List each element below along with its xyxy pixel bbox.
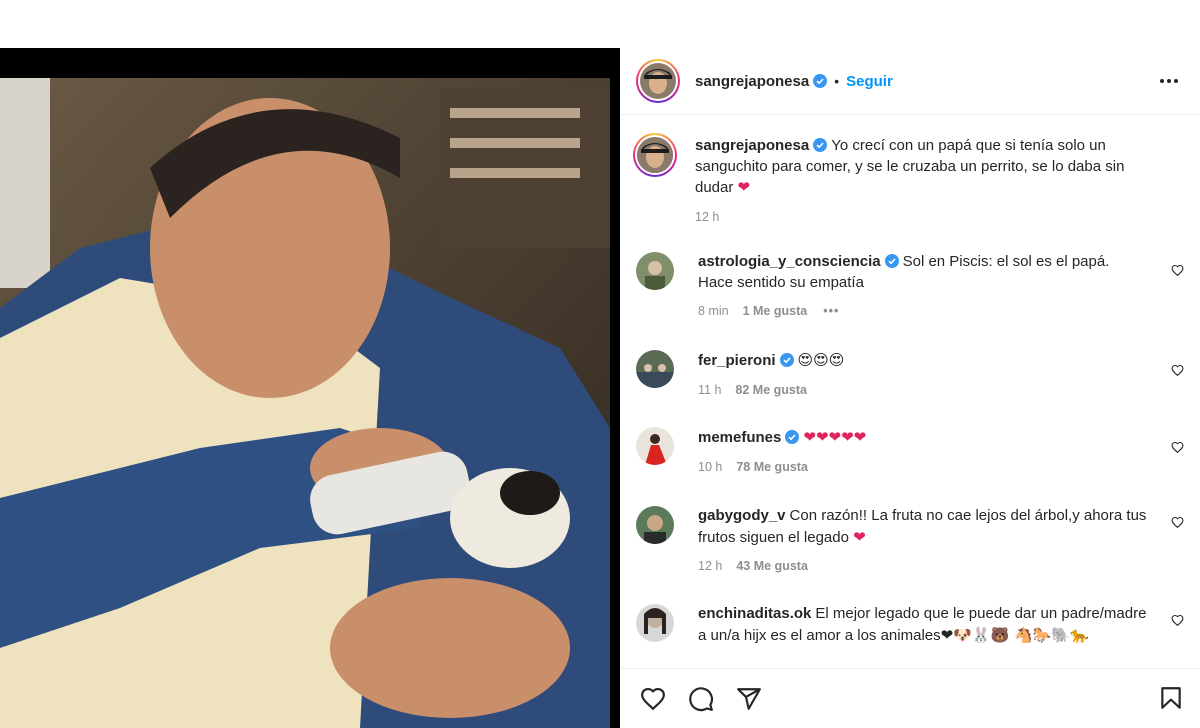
commenter-avatar[interactable] — [636, 604, 674, 642]
verified-icon — [813, 138, 828, 152]
comment-item: astrologia_y_consciencia Sol en Piscis: e… — [636, 252, 1184, 318]
caption-emoji: ❤ — [737, 178, 751, 196]
post-header: sangrejaponesa • Seguir — [620, 48, 1200, 115]
post-actions-bar — [620, 668, 1200, 728]
commenter-avatar[interactable] — [636, 350, 674, 388]
author-username[interactable]: sangrejaponesa — [695, 73, 809, 90]
comment-emoji: ❤🐶🐰🐻 🐴🐎🐘🐆 — [940, 625, 1089, 644]
comment-like-icon[interactable] — [1171, 516, 1184, 529]
comment-item: fer_pieroni 😍😍😍 11 h 82 Me gusta — [636, 350, 1184, 397]
comments-list[interactable]: sangrejaponesa Yo crecí con un papá que s… — [620, 116, 1200, 666]
follow-button[interactable]: Seguir — [846, 73, 893, 90]
caption-avatar[interactable] — [633, 133, 677, 177]
commenter-avatar[interactable] — [636, 252, 674, 290]
post-caption: sangrejaponesa Yo crecí con un papá que s… — [633, 133, 1184, 224]
post-photo[interactable] — [0, 48, 620, 728]
author-avatar[interactable] — [636, 59, 680, 103]
photo-illustration — [0, 78, 620, 728]
bookmark-icon[interactable] — [1158, 685, 1184, 711]
comment-like-icon[interactable] — [1171, 614, 1184, 627]
comment-emoji: ❤ — [853, 527, 866, 546]
comment-item: enchinaditas.ok El mejor legado que le pu… — [636, 604, 1184, 646]
comment-like-icon[interactable] — [1171, 441, 1184, 454]
verified-icon — [813, 74, 828, 88]
commenter-username[interactable]: gabygody_v — [698, 507, 786, 524]
comment-time[interactable]: 10 h — [698, 460, 722, 474]
caption-time[interactable]: 12 h — [695, 210, 719, 224]
comment-likes[interactable]: 78 Me gusta — [736, 460, 808, 474]
like-heart-icon[interactable] — [640, 686, 666, 712]
comment-time[interactable]: 11 h — [698, 383, 721, 397]
comment-like-icon[interactable] — [1171, 364, 1184, 377]
more-options-icon[interactable] — [1158, 70, 1180, 92]
comment-item: gabygody_v Con razón!! La fruta no cae le… — [636, 506, 1184, 573]
caption-username[interactable]: sangrejaponesa — [695, 137, 809, 154]
comment-like-icon[interactable] — [1171, 264, 1184, 277]
separator-dot: • — [834, 73, 840, 89]
instagram-post-modal: sangrejaponesa • Seguir sangrejaponesa Y… — [0, 0, 1200, 728]
comment-item: memefunes ❤❤❤❤❤ 10 h 78 Me gusta — [636, 427, 1184, 474]
commenter-username[interactable]: memefunes — [698, 429, 781, 446]
avatar-image — [640, 63, 676, 99]
commenter-username[interactable]: astrologia_y_consciencia — [698, 253, 881, 270]
commenter-username[interactable]: enchinaditas.ok — [698, 605, 811, 622]
commenter-avatar[interactable] — [636, 427, 674, 465]
comment-likes[interactable]: 82 Me gusta — [735, 383, 807, 397]
comment-likes[interactable]: 1 Me gusta — [743, 304, 808, 318]
verified-icon — [779, 353, 794, 367]
verified-icon — [884, 254, 899, 268]
verified-icon — [785, 430, 800, 444]
comment-emoji: 😍😍😍 — [797, 351, 845, 369]
comment-likes[interactable]: 43 Me gusta — [736, 559, 808, 573]
commenter-avatar[interactable] — [636, 506, 674, 544]
comment-icon[interactable] — [688, 686, 714, 712]
post-side-panel: sangrejaponesa • Seguir sangrejaponesa Y… — [620, 48, 1200, 728]
share-icon[interactable] — [736, 686, 762, 712]
comment-time[interactable]: 12 h — [698, 559, 722, 573]
comment-more-button[interactable]: ••• — [823, 304, 839, 318]
comment-time[interactable]: 8 min — [698, 304, 729, 318]
comment-emoji: ❤❤❤❤❤ — [803, 428, 867, 446]
commenter-username[interactable]: fer_pieroni — [698, 352, 776, 369]
